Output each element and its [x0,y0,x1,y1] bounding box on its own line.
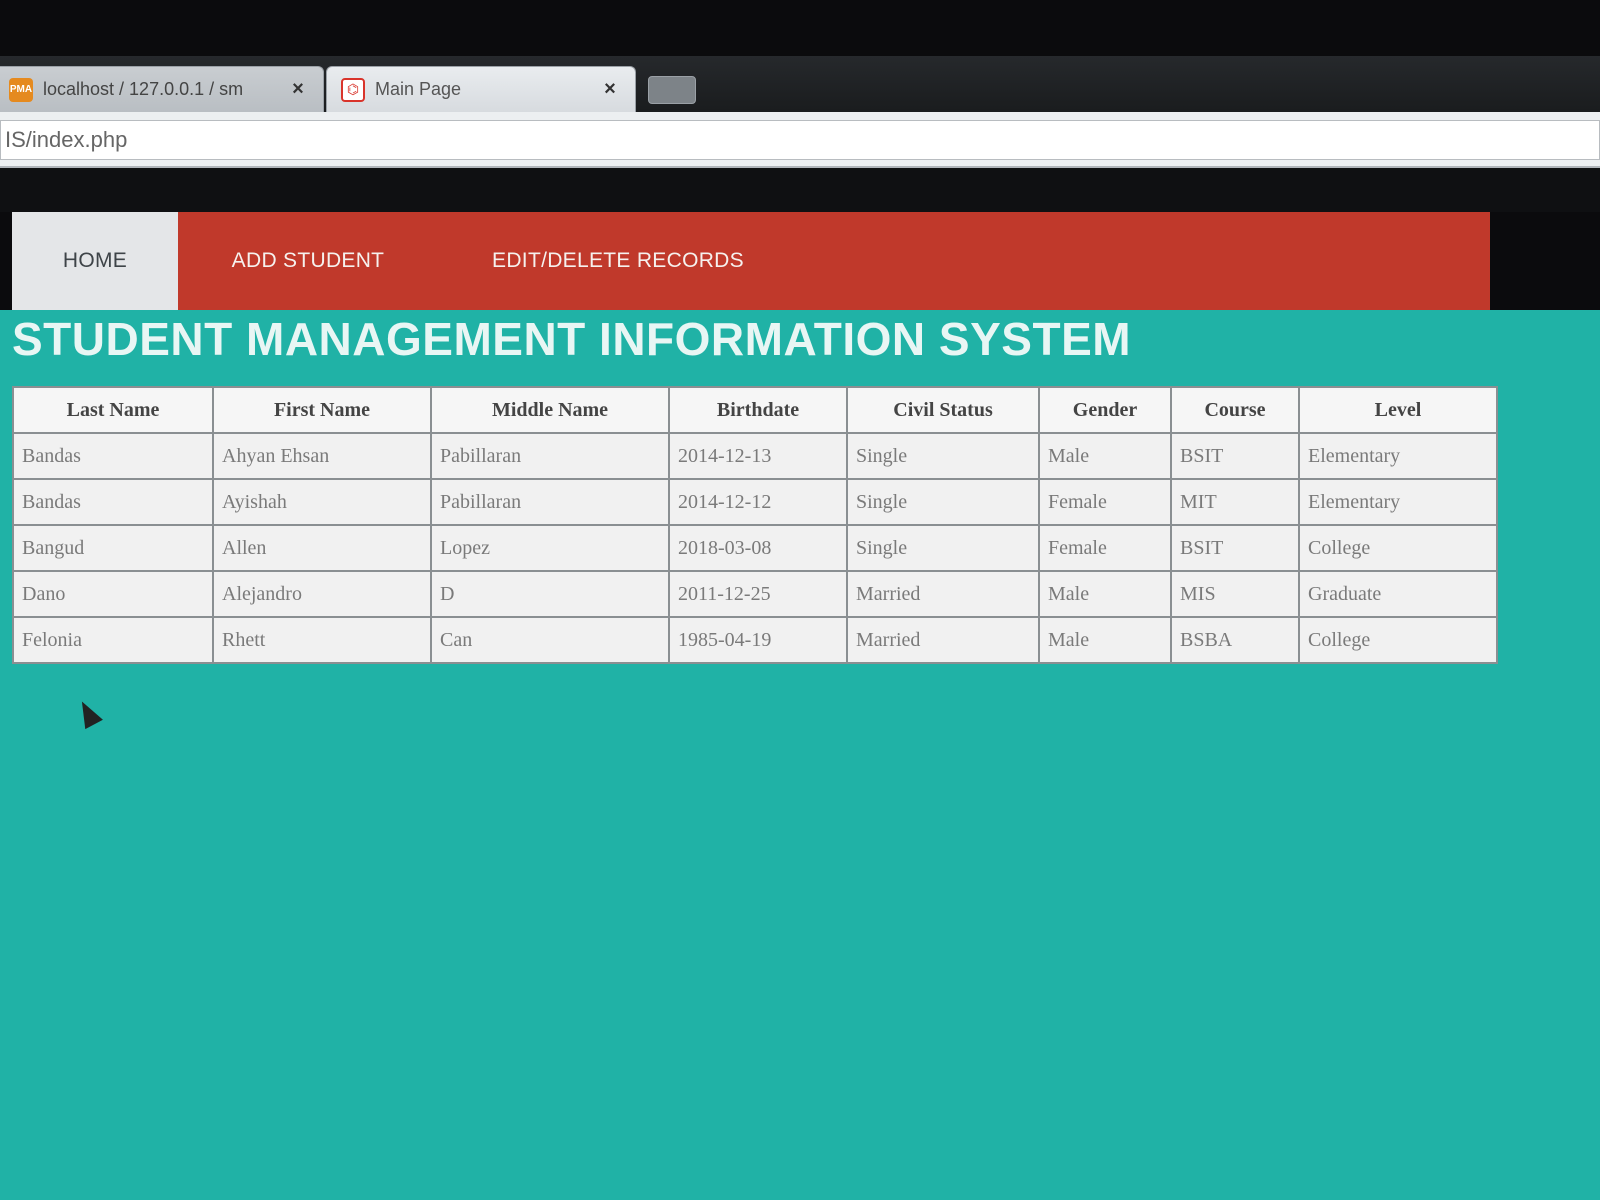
cell-gender: Male [1038,616,1172,664]
cell-middle-name: Can [430,616,670,664]
cell-gender: Male [1038,432,1172,480]
cell-first-name: Allen [212,524,432,572]
table-header-row: Last Name First Name Middle Name Birthda… [12,386,1498,434]
cell-last-name: Dano [12,570,214,618]
cell-level: Elementary [1298,432,1498,480]
new-tab-button[interactable] [648,76,696,104]
browser-tab-bar: PMA localhost / 127.0.0.1 / sm × ⌬ Main … [0,56,1600,112]
cell-last-name: Bandas [12,478,214,526]
header-gender: Gender [1038,386,1172,434]
cell-birthdate: 1985-04-19 [668,616,848,664]
cell-birthdate: 2014-12-12 [668,478,848,526]
cell-gender: Female [1038,524,1172,572]
table-row: Bangud Allen Lopez 2018-03-08 Single Fem… [12,524,1498,572]
cell-gender: Female [1038,478,1172,526]
cell-middle-name: Pabillaran [430,478,670,526]
cell-civil-status: Married [846,616,1040,664]
cell-last-name: Felonia [12,616,214,664]
cell-birthdate: 2011-12-25 [668,570,848,618]
table-row: Bandas Ayishah Pabillaran 2014-12-12 Sin… [12,478,1498,526]
cell-course: MIT [1170,478,1300,526]
phpmyadmin-icon: PMA [9,77,33,102]
cell-level: Graduate [1298,570,1498,618]
xampp-icon: ⌬ [341,77,365,102]
cell-civil-status: Single [846,478,1040,526]
header-course: Course [1170,386,1300,434]
header-middle-name: Middle Name [430,386,670,434]
cell-birthdate: 2014-12-13 [668,432,848,480]
cell-civil-status: Single [846,432,1040,480]
cell-course: MIS [1170,570,1300,618]
cell-middle-name: Lopez [430,524,670,572]
main-nav: HOME ADD STUDENT EDIT/DELETE RECORDS [12,212,1490,310]
header-last-name: Last Name [12,386,214,434]
cell-level: College [1298,524,1498,572]
close-icon[interactable]: × [287,78,309,101]
cell-last-name: Bangud [12,524,214,572]
cell-level: Elementary [1298,478,1498,526]
page-title: STUDENT MANAGEMENT INFORMATION SYSTEM [12,313,1132,365]
cell-gender: Male [1038,570,1172,618]
main-content: STUDENT MANAGEMENT INFORMATION SYSTEM La… [0,310,1600,1200]
cell-first-name: Ayishah [212,478,432,526]
nav-add-student-link[interactable]: ADD STUDENT [178,212,438,310]
tab-title: Main Page [375,79,462,99]
cell-course: BSIT [1170,432,1300,480]
browser-tab-phpmyadmin[interactable]: PMA localhost / 127.0.0.1 / sm × [0,66,324,112]
cell-birthdate: 2018-03-08 [668,524,848,572]
tab-title: localhost / 127.0.0.1 / sm [43,79,244,99]
page-top-strip [0,168,1600,212]
url-input[interactable]: IS/index.php [0,120,1600,160]
cell-course: BSIT [1170,524,1300,572]
cell-first-name: Ahyan Ehsan [212,432,432,480]
nav-home-link[interactable]: HOME [12,212,178,310]
header-civil-status: Civil Status [846,386,1040,434]
table-row: Bandas Ahyan Ehsan Pabillaran 2014-12-13… [12,432,1498,480]
table-row: Felonia Rhett Can 1985-04-19 Married Mal… [12,616,1498,664]
nav-edit-delete-records-link[interactable]: EDIT/DELETE RECORDS [438,212,798,310]
close-icon[interactable]: × [599,78,621,101]
cell-middle-name: Pabillaran [430,432,670,480]
cell-civil-status: Married [846,570,1040,618]
address-bar: IS/index.php [0,112,1600,168]
student-records-table: Last Name First Name Middle Name Birthda… [12,386,1498,664]
cell-civil-status: Single [846,524,1040,572]
cell-first-name: Alejandro [212,570,432,618]
cell-middle-name: D [430,570,670,618]
header-level: Level [1298,386,1498,434]
browser-tab-main-page[interactable]: ⌬ Main Page × [326,66,636,112]
cell-level: College [1298,616,1498,664]
table-row: Dano Alejandro D 2011-12-25 Married Male… [12,570,1498,618]
header-birthdate: Birthdate [668,386,848,434]
cell-first-name: Rhett [212,616,432,664]
cell-course: BSBA [1170,616,1300,664]
header-first-name: First Name [212,386,432,434]
cell-last-name: Bandas [12,432,214,480]
